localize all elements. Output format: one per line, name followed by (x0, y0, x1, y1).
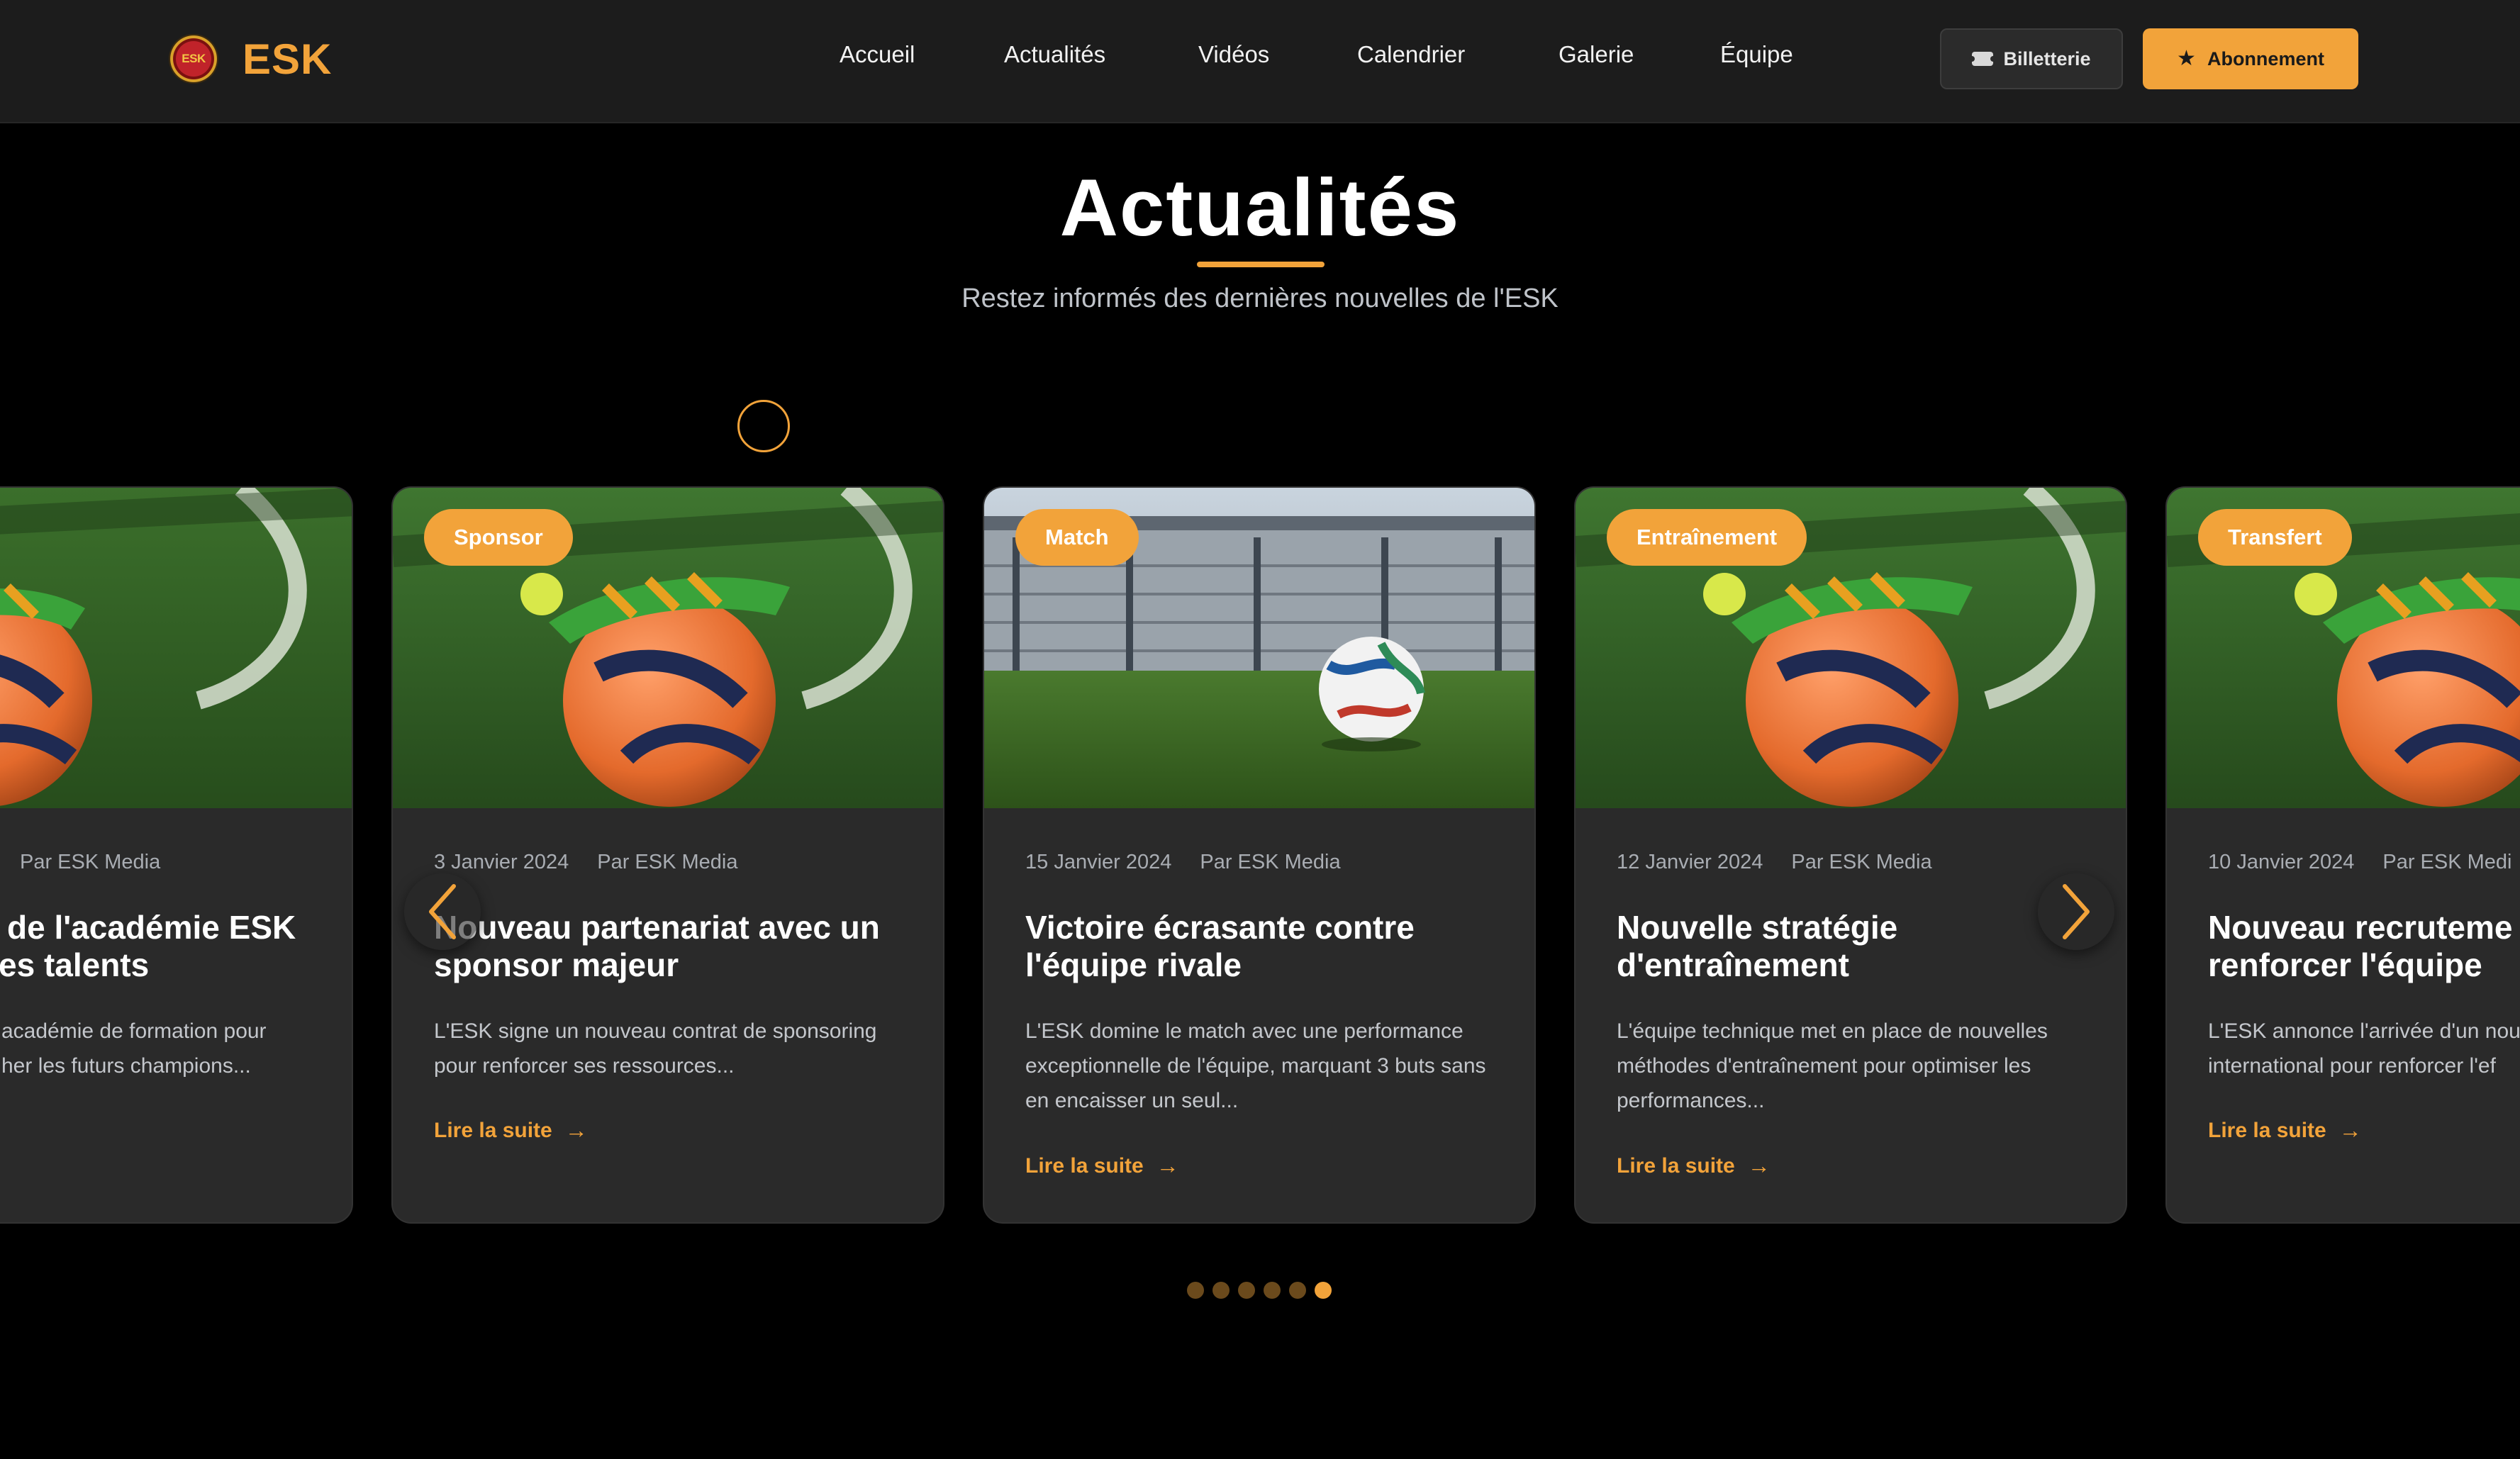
category-badge: Transfert (2198, 509, 2352, 566)
arrow-right-icon: → (564, 1117, 588, 1143)
card-image (0, 488, 352, 808)
ticketing-button[interactable]: Billetterie (1940, 28, 2123, 89)
news-card[interactable]: Sponsor 3 Janvier 2024 Par ESK Media Nouv… (391, 486, 944, 1224)
card-excerpt: L'équipe technique met en place de nouve… (1617, 1019, 2048, 1112)
nav-item-actualites[interactable]: Actualités (1004, 41, 1105, 68)
brand-name: ESK (242, 35, 333, 83)
card-date: 10 Janvier 2024 (2208, 851, 2355, 873)
card-title-line: es talents (0, 946, 150, 983)
card-title-line: Nouveau recruteme (2208, 909, 2513, 946)
card-author: Par ESK Medi (2382, 851, 2512, 873)
category-badge: Sponsor (424, 509, 573, 566)
card-meta: Par ESK Media (20, 851, 160, 874)
card-title[interactable]: de l'académie ESK es talents (0, 909, 333, 984)
site-header: ESK ESK Accueil Actualités Vidéos Calend… (0, 0, 2520, 123)
card-meta: 15 Janvier 2024 Par ESK Media (1025, 851, 1341, 874)
card-excerpt-line: L'ESK annonce l'arrivée d'un nou (2208, 1019, 2520, 1043)
card-title-line: de l'académie ESK (7, 909, 296, 946)
card-author: Par ESK Media (597, 851, 738, 873)
news-card[interactable]: Entraînement 12 Janvier 2024 Par ESK Medi… (1574, 486, 2127, 1224)
pagination-dot[interactable] (1212, 1282, 1230, 1299)
card-title[interactable]: Nouveau recruteme renforcer l'équipe (2208, 909, 2520, 984)
pagination-dot[interactable] (1264, 1282, 1281, 1299)
brand-logo[interactable]: ESK ESK (169, 34, 332, 84)
read-more-label: Lire la suite (2208, 1118, 2326, 1142)
card-date: 12 Janvier 2024 (1617, 851, 1763, 873)
carousel-pagination (1187, 1282, 1332, 1299)
card-author: Par ESK Media (1791, 851, 1932, 873)
card-excerpt: académie de formation pour her les futur… (1, 1014, 342, 1083)
subscription-button[interactable]: ★ Abonnement (2143, 28, 2358, 89)
pagination-dot[interactable] (1289, 1282, 1306, 1299)
card-meta: 12 Janvier 2024 Par ESK Media (1617, 851, 1932, 874)
star-icon: ★ (2177, 47, 2196, 70)
card-excerpt: L'ESK signe un nouveau contrat de sponso… (434, 1019, 877, 1078)
cursor-indicator (737, 400, 790, 452)
arrow-right-icon: → (1156, 1153, 1179, 1178)
title-underline (1197, 262, 1325, 267)
pagination-dot[interactable] (1238, 1282, 1255, 1299)
carousel-next-button[interactable] (2038, 873, 2114, 950)
card-excerpt-line: her les futurs champions... (1, 1054, 251, 1078)
card-excerpt-line: international pour renforcer l'ef (2208, 1054, 2496, 1078)
card-title[interactable]: Victoire écrasante contre l'équipe rival… (1025, 909, 1515, 984)
read-more-link[interactable]: Lire la suite → (1025, 1153, 1179, 1179)
chevron-left-icon (429, 884, 456, 939)
nav-item-galerie[interactable]: Galerie (1559, 41, 1634, 68)
pagination-dot[interactable] (1187, 1282, 1204, 1299)
category-badge: Entraînement (1607, 509, 1807, 566)
pagination-dot-active[interactable] (1315, 1282, 1332, 1299)
club-crest-icon: ESK (169, 34, 218, 84)
read-more-link[interactable]: Lire la suite → (2208, 1117, 2362, 1144)
card-title[interactable]: Nouvelle stratégie d'entraînement (1617, 909, 2106, 984)
arrow-right-icon: → (1747, 1153, 1771, 1178)
read-more-link[interactable]: Lire la suite → (434, 1117, 588, 1144)
news-card[interactable]: Par ESK Media de l'académie ESK es talen… (0, 486, 353, 1224)
card-excerpt-line: académie de formation pour (1, 1019, 267, 1043)
card-author: Par ESK Media (20, 851, 161, 873)
card-date: 3 Janvier 2024 (434, 851, 569, 873)
news-card[interactable]: Match 15 Janvier 2024 Par ESK Media Victo… (983, 486, 1536, 1224)
card-date: 15 Janvier 2024 (1025, 851, 1172, 873)
chevron-right-icon (2063, 884, 2090, 939)
read-more-label: Lire la suite (1617, 1153, 1735, 1178)
section-title: Actualités (1059, 163, 1461, 253)
card-title[interactable]: Nouveau partenariat avec un sponsor maje… (434, 909, 923, 984)
card-author: Par ESK Media (1200, 851, 1341, 873)
read-more-label: Lire la suite (1025, 1153, 1144, 1178)
arrow-right-icon: → (2338, 1117, 2362, 1143)
card-meta: 10 Janvier 2024 Par ESK Medi (2208, 851, 2512, 874)
card-meta: 3 Janvier 2024 Par ESK Media (434, 851, 738, 874)
card-excerpt: L'ESK annonce l'arrivée d'un nou interna… (2208, 1014, 2520, 1083)
nav-item-equipe[interactable]: Équipe (1720, 41, 1793, 68)
category-badge: Match (1015, 509, 1139, 566)
subscription-button-label: Abonnement (2207, 47, 2324, 69)
nav-item-calendrier[interactable]: Calendrier (1357, 41, 1465, 68)
ticketing-button-label: Billetterie (2003, 47, 2091, 69)
ticket-icon (1969, 52, 1997, 66)
nav-item-videos[interactable]: Vidéos (1198, 41, 1269, 68)
page: ESK ESK Accueil Actualités Vidéos Calend… (0, 0, 2520, 1459)
read-more-link[interactable]: Lire la suite → (1617, 1153, 1771, 1179)
read-more-label: Lire la suite (434, 1118, 552, 1142)
section-subtitle: Restez informés des dernières nouvelles … (961, 284, 1559, 313)
nav-item-accueil[interactable]: Accueil (840, 41, 915, 68)
carousel-prev-button[interactable] (404, 873, 481, 950)
news-card[interactable]: Transfert 10 Janvier 2024 Par ESK Medi No… (2165, 486, 2520, 1224)
card-title-line: renforcer l'équipe (2208, 946, 2482, 983)
card-excerpt: L'ESK domine le match avec une performan… (1025, 1019, 1486, 1112)
